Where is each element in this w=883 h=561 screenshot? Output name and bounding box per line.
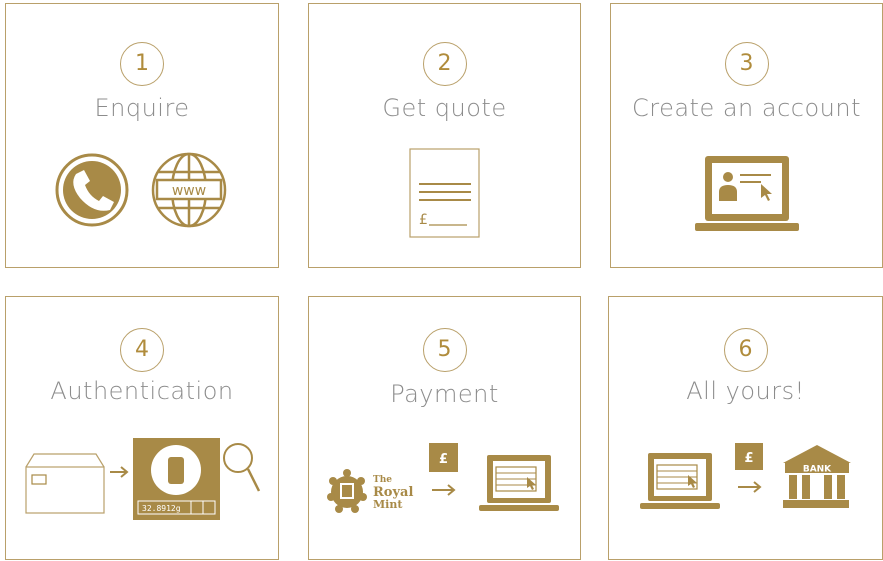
arrow-right-icon: [432, 484, 456, 496]
logo-line-1: The: [373, 475, 392, 485]
parcel-icon: [25, 453, 105, 514]
bank-label: BANK: [803, 465, 832, 475]
globe-www-icon: www: [151, 152, 227, 228]
globe-text: www: [172, 183, 206, 199]
step-card-authentication: 4 Authentication 32.8912g: [5, 296, 279, 560]
royal-mint-logo: The Royal Mint: [327, 469, 413, 513]
quote-document-icon: £: [409, 148, 480, 238]
pound-badge-icon: £: [735, 443, 763, 470]
scale-reading: 32.8912g: [142, 504, 181, 513]
laptop-user-profile-icon: [695, 156, 799, 231]
pound-badge-icon: £: [429, 443, 458, 472]
arrow-right-icon: [110, 466, 129, 478]
magnifier-icon: [223, 443, 261, 492]
pound-sign: £: [744, 451, 753, 466]
pound-sign: £: [439, 452, 448, 467]
step-card-create-account: 3 Create an account: [610, 3, 883, 268]
step-card-enquire: 1 Enquire www: [5, 3, 279, 268]
logo-line-3: Mint: [373, 498, 403, 511]
arrow-right-icon: [738, 481, 762, 493]
payment-icons: The Royal Mint £: [327, 443, 559, 513]
pound-sign: £: [419, 212, 428, 228]
enquire-icons: www: [55, 152, 227, 228]
scale-icon: 32.8912g: [133, 438, 220, 520]
laptop-form-icon: [479, 455, 559, 511]
laptop-form-icon: [640, 453, 720, 509]
bank-icon: BANK: [783, 445, 851, 508]
authentication-icons: 32.8912g: [25, 438, 261, 520]
step-card-payment: 5 Payment The Royal Mint £: [308, 296, 581, 560]
phone-icon: [55, 153, 129, 227]
step-card-get-quote: 2 Get quote £: [308, 3, 581, 268]
all-yours-icons: £ BANK: [640, 443, 851, 509]
step-card-all-yours: 6 All yours! £ BANK: [608, 296, 883, 560]
